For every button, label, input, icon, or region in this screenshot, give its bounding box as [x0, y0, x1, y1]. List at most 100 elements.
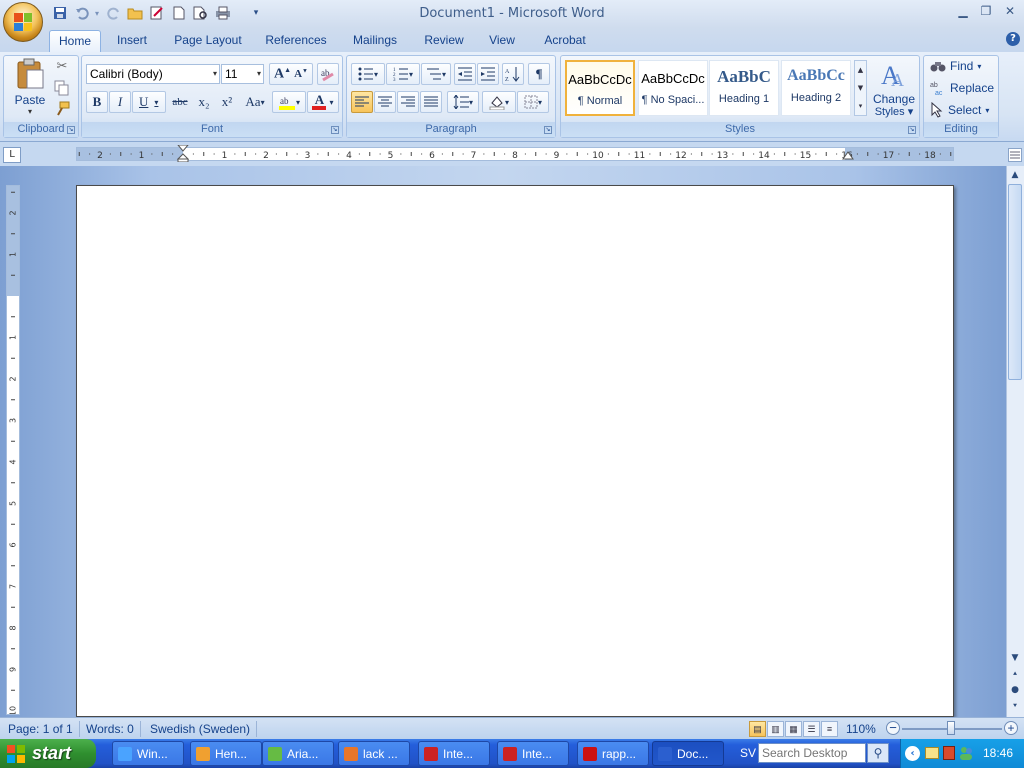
styles-gallery-scroller[interactable]: ▲ ▼ ▾: [854, 60, 867, 116]
cut-icon[interactable]: ✂: [54, 59, 70, 75]
shading-button[interactable]: ▾: [482, 91, 516, 113]
select-browse-object-icon[interactable]: ●: [1007, 682, 1023, 698]
paragraph-launcher-icon[interactable]: ↘: [544, 126, 552, 134]
taskbar-button[interactable]: lack ...: [338, 741, 410, 766]
close-button[interactable]: ✕: [999, 4, 1021, 22]
paste-button[interactable]: Paste ▾: [12, 58, 48, 116]
gallery-up-icon[interactable]: ▲: [855, 61, 866, 79]
view-ruler-icon[interactable]: [1008, 148, 1022, 162]
borders-button[interactable]: ▾: [517, 91, 549, 113]
taskbar-button[interactable]: Hen...: [190, 741, 262, 766]
zoom-out-icon[interactable]: −: [886, 721, 900, 735]
gallery-more-icon[interactable]: ▾: [855, 97, 866, 115]
decrease-indent-icon[interactable]: [454, 63, 476, 85]
taskbar-button[interactable]: Aria...: [262, 741, 334, 766]
status-language[interactable]: Swedish (Sweden): [144, 721, 258, 737]
grow-shrink-font-buttons[interactable]: A▲ A▼: [269, 63, 313, 85]
draft-view-icon[interactable]: ≡: [821, 721, 838, 737]
vertical-ruler[interactable]: 2 1 1 2 3 4 5 6 7 8 9 10: [6, 185, 20, 715]
numbering-button[interactable]: 1 2 3 ▾: [386, 63, 420, 85]
scroll-down-icon[interactable]: ▼: [1007, 650, 1023, 666]
style-no-spacing[interactable]: AaBbCcDc ¶ No Spaci...: [638, 60, 708, 116]
font-size-combo[interactable]: 11 ▾: [221, 64, 264, 84]
app-tray-icon[interactable]: [943, 746, 955, 760]
tab-references[interactable]: References: [260, 30, 332, 52]
tab-review[interactable]: Review: [418, 30, 470, 52]
minimize-button[interactable]: ▁: [952, 4, 974, 22]
style-heading-2[interactable]: AaBbCc Heading 2: [781, 60, 851, 116]
zoom-level[interactable]: 110%: [846, 721, 876, 737]
web-layout-view-icon[interactable]: ▦: [785, 721, 802, 737]
restore-button[interactable]: ❐: [975, 4, 997, 22]
align-right-icon[interactable]: [397, 91, 419, 113]
clear-formatting-icon[interactable]: ab: [317, 63, 339, 85]
align-left-icon[interactable]: [351, 91, 373, 113]
scroll-up-icon[interactable]: ▲: [1007, 167, 1023, 183]
tab-home[interactable]: Home: [49, 30, 101, 52]
grow-font-icon[interactable]: A▲: [274, 66, 291, 83]
select-button[interactable]: Select ▾: [930, 101, 989, 119]
indent-markers[interactable]: [176, 144, 190, 163]
taskbar-button[interactable]: Win...: [112, 741, 184, 766]
change-styles-button[interactable]: AA Change Styles ▾: [870, 58, 918, 120]
styles-launcher-icon[interactable]: ↘: [908, 126, 916, 134]
show-hide-pilcrow-button[interactable]: ¶: [528, 63, 550, 85]
print-layout-view-icon[interactable]: ▤: [749, 721, 766, 737]
change-case-button[interactable]: Aa ▾: [240, 91, 270, 113]
outline-view-icon[interactable]: ☰: [803, 721, 820, 737]
clipboard-launcher-icon[interactable]: ↘: [67, 126, 75, 134]
highlight-button[interactable]: ab ▾: [272, 91, 306, 113]
tab-acrobat[interactable]: Acrobat: [536, 30, 594, 52]
tab-view[interactable]: View: [482, 30, 522, 52]
status-words[interactable]: Words: 0: [80, 721, 141, 737]
shrink-font-icon[interactable]: A▼: [294, 68, 308, 80]
search-icon[interactable]: ⚲: [867, 743, 889, 763]
show-hidden-icons-icon[interactable]: ‹: [905, 746, 920, 761]
horizontal-ruler[interactable]: 21123456789101112131415161718: [76, 144, 954, 163]
status-page[interactable]: Page: 1 of 1: [2, 721, 80, 737]
align-center-icon[interactable]: [374, 91, 396, 113]
line-spacing-button[interactable]: ▾: [447, 91, 479, 113]
document-page[interactable]: [76, 185, 954, 717]
right-indent-marker[interactable]: [842, 151, 854, 161]
help-icon[interactable]: ?: [1006, 32, 1020, 46]
tab-selector-button[interactable]: L: [3, 147, 21, 163]
language-indicator[interactable]: SV: [740, 746, 756, 760]
zoom-slider-thumb[interactable]: [947, 721, 955, 735]
style-normal[interactable]: AaBbCcDc ¶ Normal: [565, 60, 635, 116]
superscript-button[interactable]: x²: [216, 91, 238, 113]
desktop-search-input[interactable]: [758, 743, 866, 763]
copy-icon[interactable]: [54, 80, 70, 96]
bullets-button[interactable]: ▾: [351, 63, 385, 85]
justify-icon[interactable]: [420, 91, 442, 113]
tab-mailings[interactable]: Mailings: [344, 30, 406, 52]
font-color-button[interactable]: A ▾: [307, 91, 339, 113]
bold-button[interactable]: B: [86, 91, 108, 113]
zoom-in-icon[interactable]: +: [1004, 721, 1018, 735]
strikethrough-button[interactable]: abc: [168, 91, 192, 113]
mail-tray-icon[interactable]: [925, 747, 939, 759]
taskbar-button[interactable]: Doc...: [652, 741, 724, 766]
underline-button[interactable]: U ▾: [132, 91, 166, 113]
office-button[interactable]: [3, 2, 43, 42]
taskbar-button[interactable]: Inte...: [497, 741, 569, 766]
tab-page-layout[interactable]: Page Layout: [168, 30, 248, 52]
replace-button[interactable]: ab ac Replace: [930, 79, 994, 97]
next-page-icon[interactable]: ⯆: [1007, 698, 1023, 714]
previous-page-icon[interactable]: ⯅: [1007, 666, 1023, 682]
taskbar-button[interactable]: rapp...: [577, 741, 649, 766]
messenger-tray-icon[interactable]: [959, 746, 973, 760]
style-heading-1[interactable]: AaBbC Heading 1: [709, 60, 779, 116]
subscript-button[interactable]: x₂: [193, 91, 215, 113]
start-button[interactable]: start: [0, 739, 96, 768]
scrollbar-thumb[interactable]: [1008, 184, 1022, 380]
multilevel-list-button[interactable]: ▾: [421, 63, 451, 85]
gallery-down-icon[interactable]: ▼: [855, 79, 866, 97]
font-name-combo[interactable]: Calibri (Body) ▾: [86, 64, 220, 84]
format-painter-icon[interactable]: [54, 101, 70, 117]
increase-indent-icon[interactable]: [477, 63, 499, 85]
find-button[interactable]: Find ▾: [930, 57, 981, 75]
full-screen-reading-view-icon[interactable]: ▥: [767, 721, 784, 737]
italic-button[interactable]: I: [109, 91, 131, 113]
taskbar-button[interactable]: Inte...: [418, 741, 490, 766]
